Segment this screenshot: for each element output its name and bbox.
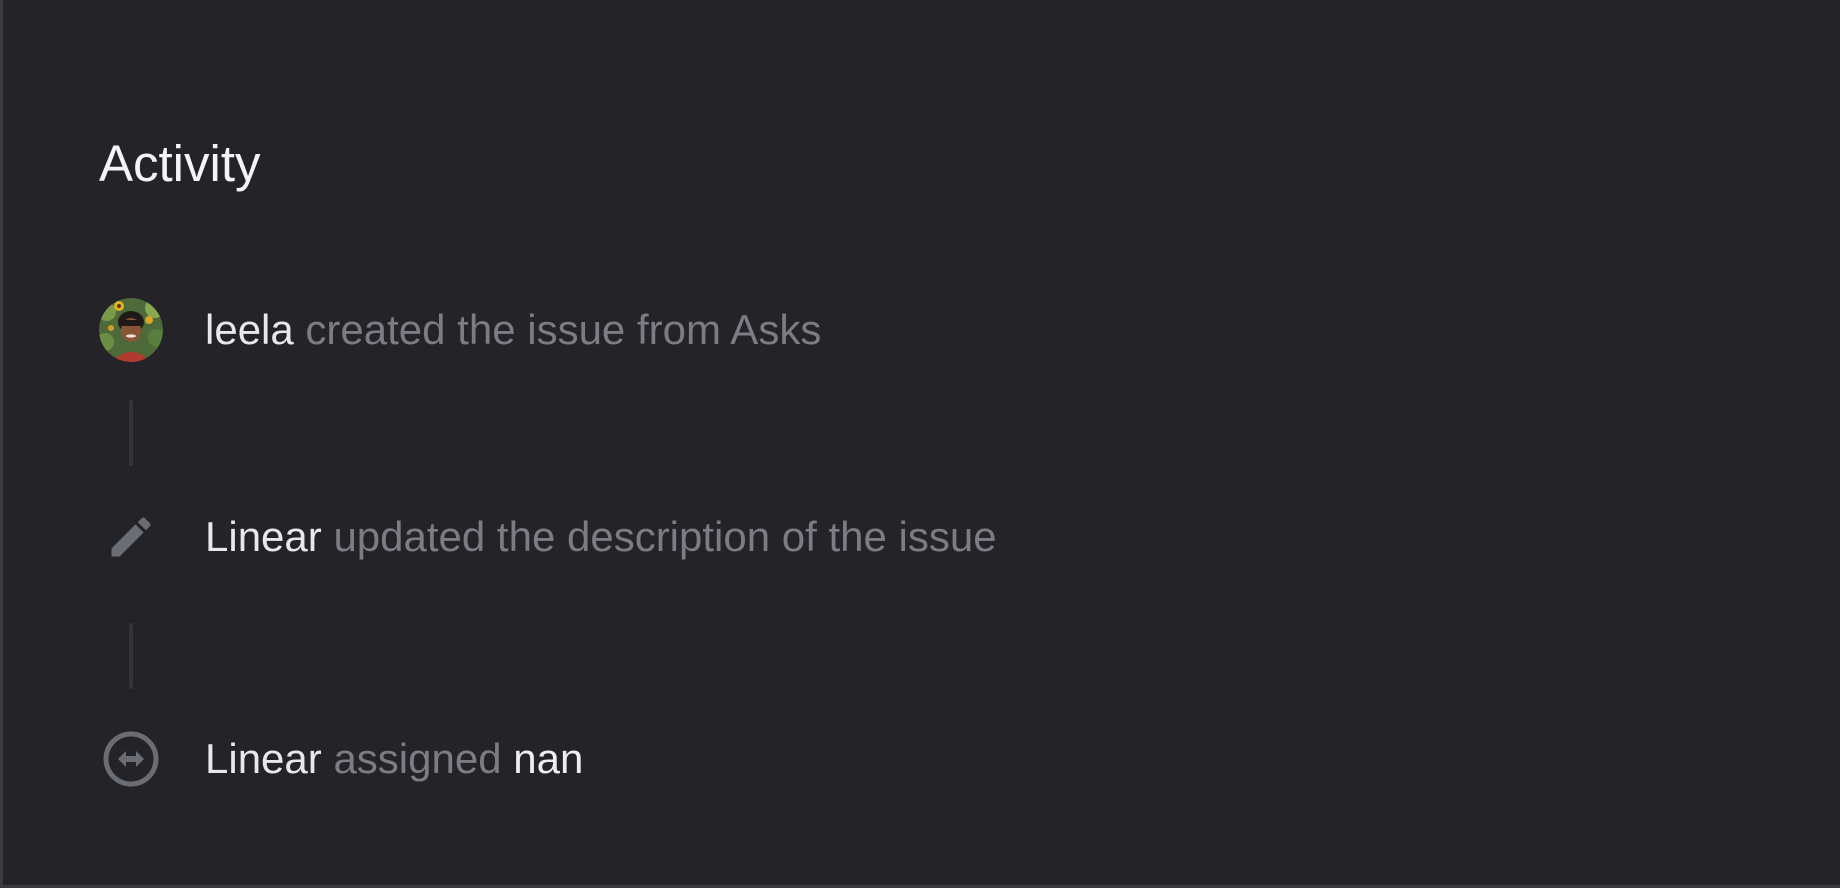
activity-action: assigned: [333, 735, 502, 782]
actor-name[interactable]: leela: [205, 306, 294, 353]
assignee-name[interactable]: nan: [513, 735, 583, 782]
actor-name[interactable]: Linear: [205, 513, 322, 560]
pencil-icon: [99, 505, 163, 569]
activity-action: created the issue from Asks: [305, 306, 822, 353]
activity-action: updated the description of the issue: [333, 513, 997, 560]
timeline-connector: [129, 400, 133, 466]
timeline-connector: [129, 623, 133, 689]
activity-panel: Activity leela created the issue from As…: [0, 0, 1840, 888]
avatar[interactable]: [99, 298, 163, 362]
activity-text: Linear updated the description of the is…: [205, 511, 997, 563]
section-title: Activity: [99, 135, 261, 192]
activity-text: leela created the issue from Asks: [205, 304, 821, 356]
activity-item: Linear updated the description of the is…: [99, 503, 997, 571]
activity-item: leela created the issue from Asks: [99, 296, 821, 364]
actor-name[interactable]: Linear: [205, 735, 322, 782]
activity-text: Linear assigned nan: [205, 733, 583, 785]
assign-icon: [99, 727, 163, 791]
activity-item: Linear assigned nan: [99, 725, 583, 793]
